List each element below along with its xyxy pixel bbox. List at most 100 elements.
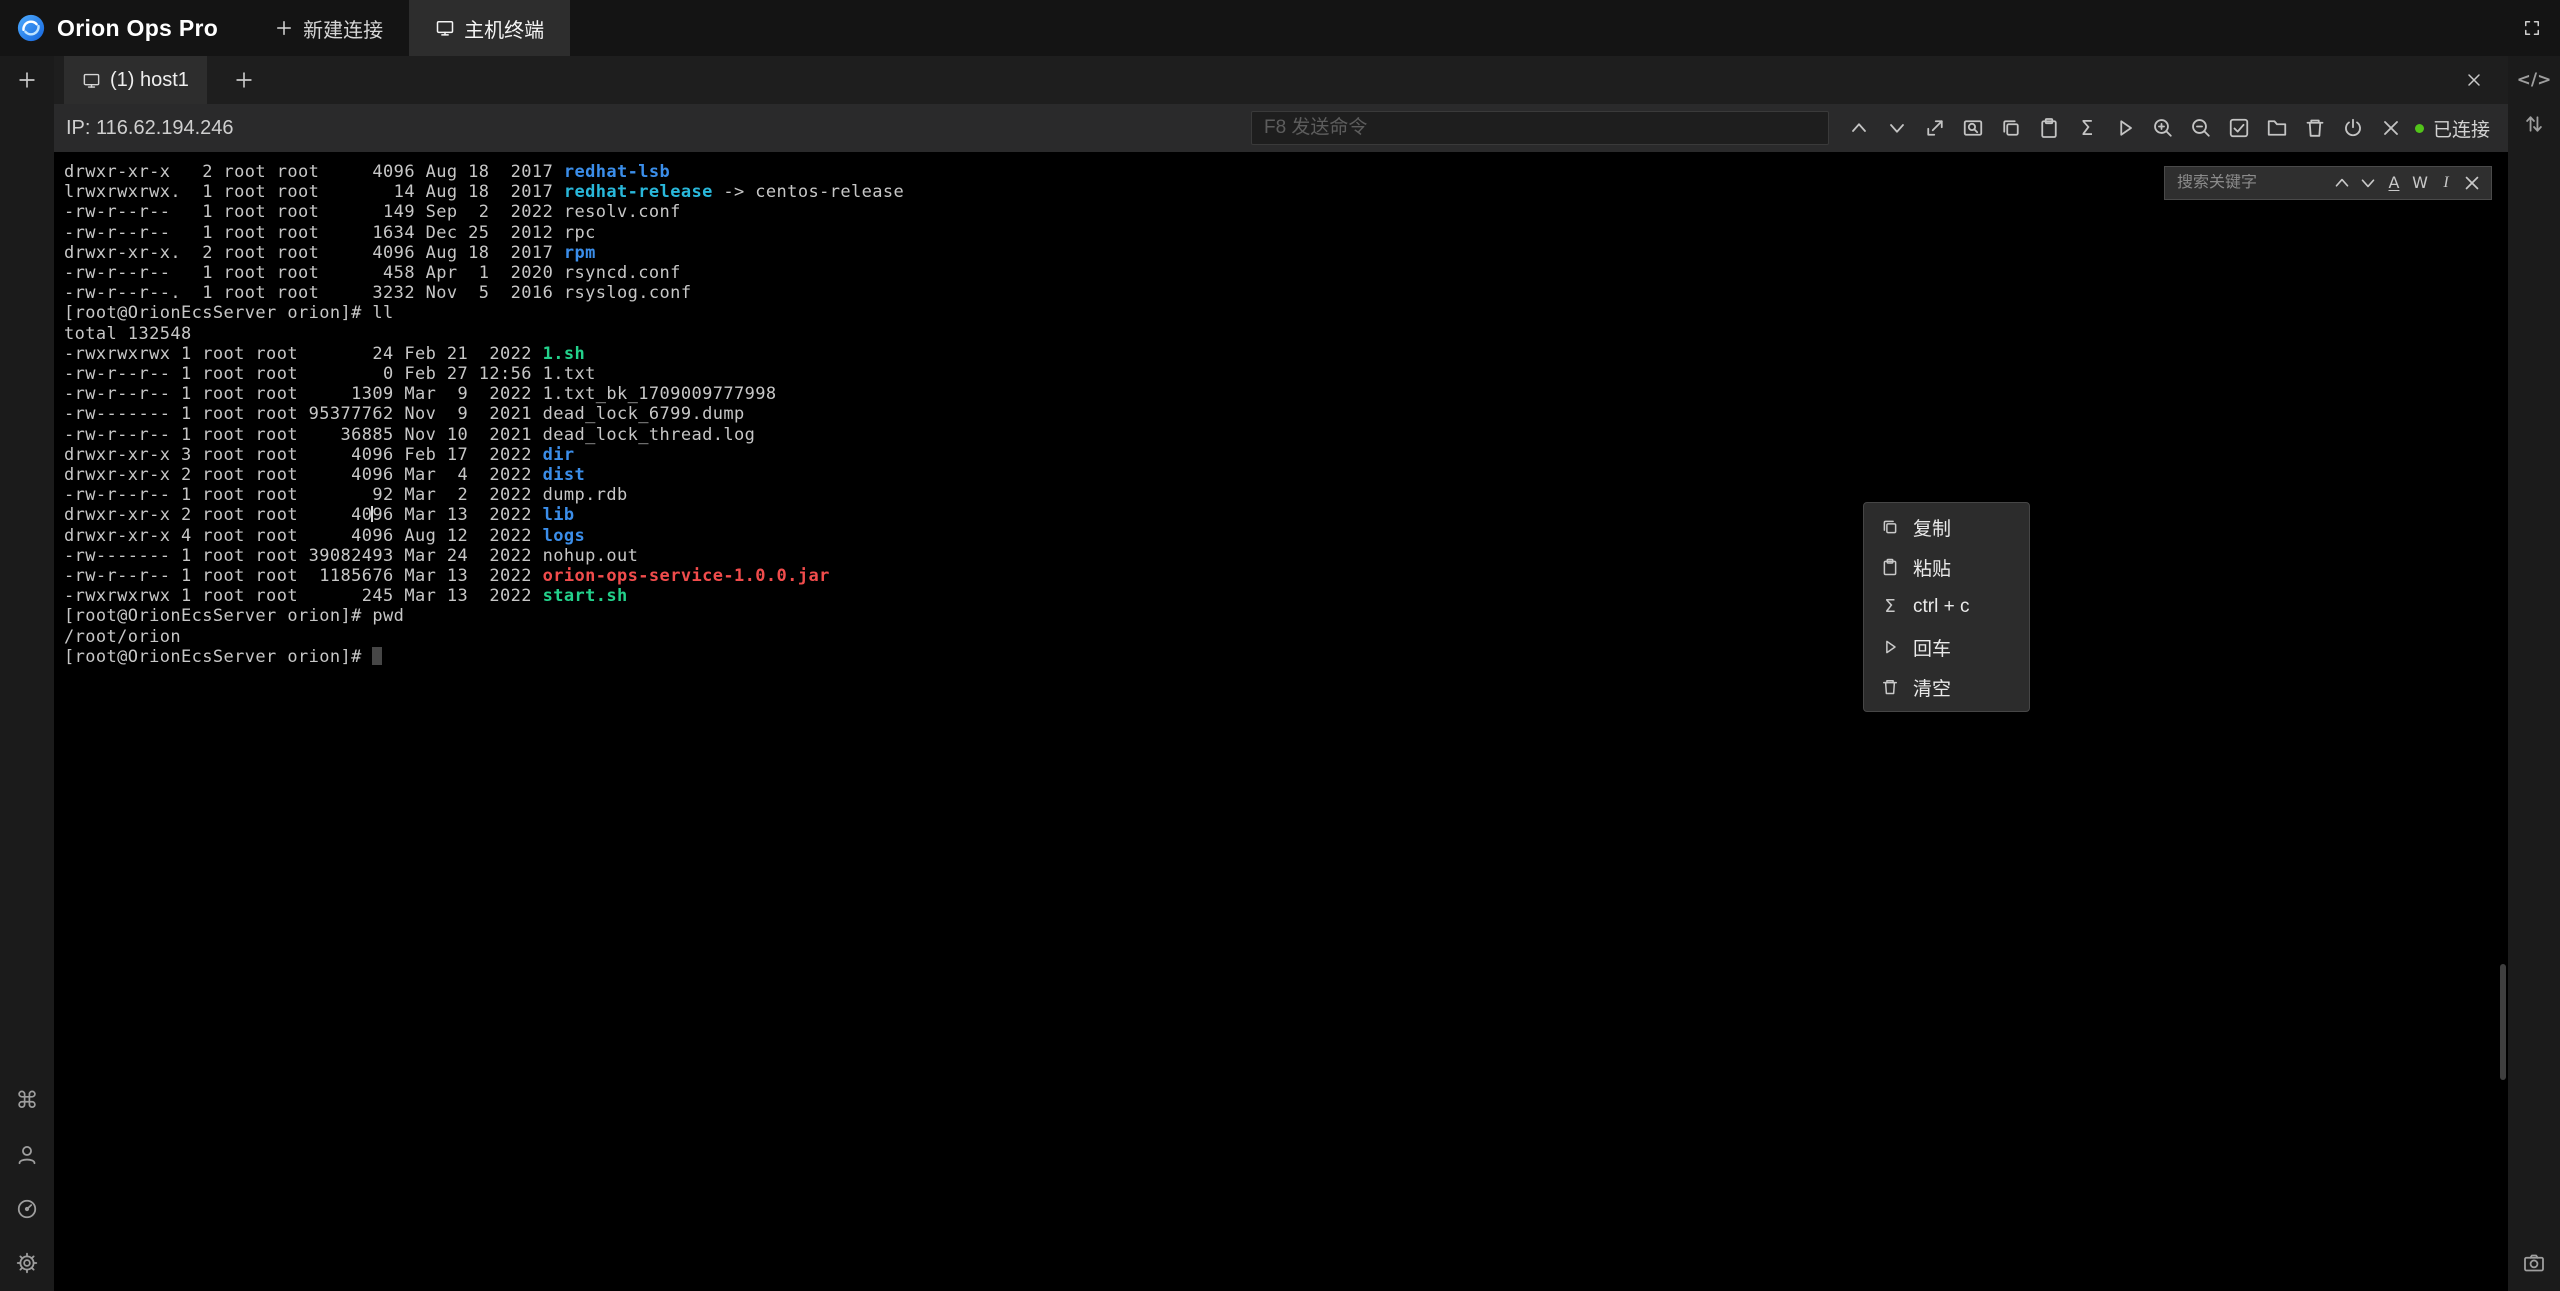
trash-icon (1880, 677, 1900, 697)
plus-icon (274, 18, 294, 38)
sidebar-add-button[interactable] (16, 69, 38, 91)
copy-icon[interactable] (1999, 116, 2023, 140)
sigma-icon[interactable]: Σ (2075, 116, 2099, 140)
status-label: 已连接 (2433, 115, 2490, 142)
context-menu-label: 复制 (1913, 514, 1951, 541)
monitor-icon (435, 18, 455, 38)
terminal-line: -rw-r--r-- 1 root root 1185676 Mar 13 20… (64, 566, 2508, 586)
code-icon[interactable]: </> (2522, 68, 2546, 92)
regex-icon[interactable]: I (2433, 172, 2459, 194)
context-menu-item[interactable]: Σctrl + c (1864, 587, 2029, 627)
terminal-line: -rw-r--r-- 1 root root 92 Mar 2 2022 dum… (64, 485, 2508, 505)
terminal-search-panel: AWI (2164, 166, 2492, 200)
search-input[interactable] (2177, 174, 2329, 192)
context-menu-label: 清空 (1913, 674, 1951, 701)
camera-icon[interactable] (2522, 1251, 2546, 1275)
terminal-toolbar: IP: 116.62.194.246 Σ 已连接 (54, 104, 2508, 152)
copy-icon (1880, 517, 1900, 537)
toolbar-icons: Σ (1847, 116, 2403, 140)
trash-icon[interactable] (2303, 116, 2327, 140)
connection-status: 已连接 (2415, 115, 2490, 142)
terminal-line: drwxr-xr-x 2 root root 4096 Mar 13 2022 … (64, 505, 2508, 525)
terminal-line: -rw------- 1 root root 39082493 Mar 24 2… (64, 546, 2508, 566)
chevron-up-icon[interactable] (1847, 116, 1871, 140)
expand-icon[interactable] (1923, 116, 1947, 140)
chevron-up-icon[interactable] (2329, 172, 2355, 194)
whole-word-icon[interactable]: W (2407, 172, 2433, 194)
terminal-line: [root@OrionEcsServer orion]# pwd (64, 606, 2508, 626)
terminal-line: -rw-r--r--. 1 root root 3232 Nov 5 2016 … (64, 283, 2508, 303)
terminal-line: drwxr-xr-x 4 root root 4096 Aug 12 2022 … (64, 526, 2508, 546)
terminal-scrollbar[interactable] (2500, 964, 2506, 1080)
left-sidebar: ⌘ (0, 56, 54, 1291)
match-case-icon[interactable]: A (2381, 172, 2407, 194)
gauge-icon[interactable] (15, 1197, 39, 1221)
tab-host-terminal-label: 主机终端 (464, 14, 544, 43)
chevron-down-icon[interactable] (1885, 116, 1909, 140)
tab-host-terminal[interactable]: 主机终端 (409, 0, 570, 56)
tab-new-connection-label: 新建连接 (303, 14, 383, 43)
terminal-line: -rwxrwxrwx 1 root root 245 Mar 13 2022 s… (64, 586, 2508, 606)
close-icon[interactable] (2459, 172, 2485, 194)
terminal-line: -rw-r--r-- 1 root root 1309 Mar 9 2022 1… (64, 384, 2508, 404)
app-window: Orion Ops Pro 新建连接 主机终端 ⌘ (1 (0, 0, 2560, 1291)
zoom-in-icon[interactable] (2151, 116, 2175, 140)
terminal-line: -rw-r--r-- 1 root root 458 Apr 1 2020 rs… (64, 263, 2508, 283)
terminal-line: lrwxrwxrwx. 1 root root 14 Aug 18 2017 r… (64, 182, 2508, 202)
terminal-output: drwxr-xr-x 2 root root 4096 Aug 18 2017 … (54, 152, 2508, 667)
chevron-down-icon[interactable] (2355, 172, 2381, 194)
command-icon[interactable]: ⌘ (15, 1089, 39, 1113)
terminal-line: /root/orion (64, 627, 2508, 647)
terminal-line: [root@OrionEcsServer orion]# ll (64, 303, 2508, 323)
text-caret (371, 506, 373, 522)
left-sidebar-icons: ⌘ (15, 1089, 39, 1291)
terminal-line: total 132548 (64, 324, 2508, 344)
terminal-line: [root@OrionEcsServer orion]# (64, 647, 2508, 667)
right-sidebar-top-icons: </> (2522, 56, 2546, 136)
context-menu-label: 粘贴 (1913, 554, 1951, 581)
paste-icon (1880, 557, 1900, 577)
terminal-line: -rw-r--r-- 1 root root 36885 Nov 10 2021… (64, 425, 2508, 445)
add-tab-button[interactable] (233, 69, 255, 91)
terminal-tab-label: (1) host1 (110, 69, 189, 92)
terminal-line: drwxr-xr-x 2 root root 4096 Mar 4 2022 d… (64, 465, 2508, 485)
zoom-out-icon[interactable] (2189, 116, 2213, 140)
close-all-button[interactable] (2464, 70, 2484, 90)
right-sidebar: </> (2508, 56, 2560, 1291)
swap-vertical-icon[interactable] (2522, 112, 2546, 136)
play-icon[interactable] (2113, 116, 2137, 140)
fullscreen-button[interactable] (2504, 0, 2560, 56)
context-menu-label: 回车 (1913, 634, 1951, 661)
status-dot (2415, 124, 2424, 133)
context-menu-item[interactable]: 粘贴 (1864, 547, 2029, 587)
tab-new-connection[interactable]: 新建连接 (248, 0, 409, 56)
app-title: Orion Ops Pro (57, 15, 218, 42)
folder-icon[interactable] (2265, 116, 2289, 140)
terminal-line: -rw-r--r-- 1 root root 149 Sep 2 2022 re… (64, 202, 2508, 222)
command-input[interactable] (1251, 111, 1829, 145)
terminal-line: drwxr-xr-x 3 root root 4096 Feb 17 2022 … (64, 445, 2508, 465)
context-menu-item[interactable]: 复制 (1864, 507, 2029, 547)
paste-icon[interactable] (2037, 116, 2061, 140)
terminal-line: -rw------- 1 root root 95377762 Nov 9 20… (64, 404, 2508, 424)
gear-icon[interactable] (15, 1251, 39, 1275)
context-menu-item[interactable]: 回车 (1864, 627, 2029, 667)
checkbox-icon[interactable] (2227, 116, 2251, 140)
terminal-line: -rw-r--r-- 1 root root 1634 Dec 25 2012 … (64, 223, 2508, 243)
context-menu-label: ctrl + c (1913, 596, 1969, 618)
context-menu-item[interactable]: 清空 (1864, 667, 2029, 707)
terminal-area[interactable]: drwxr-xr-x 2 root root 4096 Aug 18 2017 … (54, 152, 2508, 1291)
play-icon (1880, 637, 1900, 657)
app-logo: Orion Ops Pro (0, 0, 248, 56)
fullscreen-icon (2522, 18, 2542, 38)
search-window-icon[interactable] (1961, 116, 1985, 140)
terminal-tab-bar: (1) host1 (54, 56, 2508, 104)
terminal-line: drwxr-xr-x 2 root root 4096 Aug 18 2017 … (64, 162, 2508, 182)
right-sidebar-bottom-icons (2522, 1251, 2546, 1291)
ip-label: IP: 116.62.194.246 (66, 117, 234, 140)
terminal-line: drwxr-xr-x. 2 root root 4096 Aug 18 2017… (64, 243, 2508, 263)
terminal-tab-host1[interactable]: (1) host1 (64, 56, 207, 104)
user-icon[interactable] (15, 1143, 39, 1167)
power-icon[interactable] (2341, 116, 2365, 140)
close-icon[interactable] (2379, 116, 2403, 140)
